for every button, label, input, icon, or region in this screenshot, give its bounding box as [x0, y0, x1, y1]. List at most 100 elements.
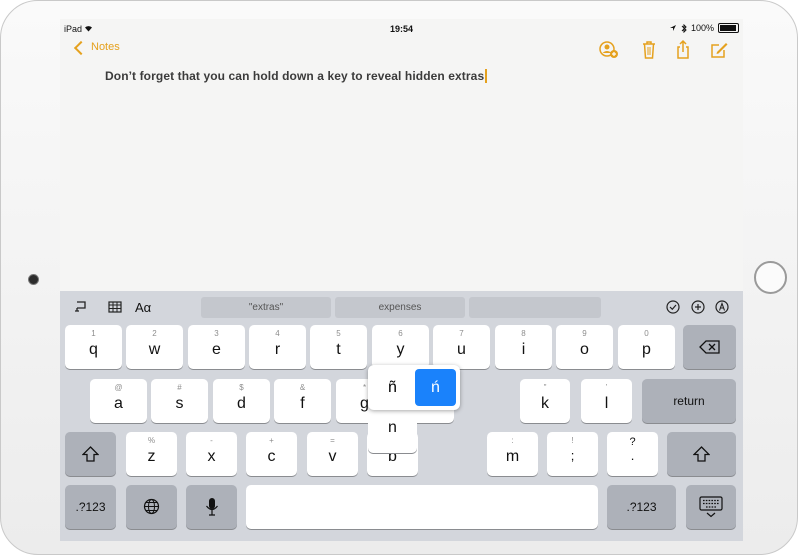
accent-option-n-tilde[interactable]: ñ: [372, 369, 413, 406]
delete-key[interactable]: [683, 325, 736, 369]
status-bar: iPad 19:54 100%: [60, 19, 743, 39]
microphone-icon: [206, 498, 218, 516]
globe-icon: [143, 498, 160, 515]
format-button[interactable]: Aα: [135, 300, 151, 315]
key-alt-label: 5: [336, 329, 341, 338]
key-u[interactable]: 7u: [433, 325, 490, 369]
key-e[interactable]: 3e: [188, 325, 245, 369]
checklist-icon[interactable]: [666, 300, 680, 314]
share-icon[interactable]: [672, 39, 694, 61]
key-alt-label: #: [177, 383, 182, 392]
numbers-key-left[interactable]: .?123: [65, 485, 116, 529]
key-t[interactable]: 5t: [310, 325, 367, 369]
add-icon[interactable]: [691, 300, 705, 314]
accent-option-n-acute[interactable]: ń: [415, 369, 456, 406]
key-n-pressed[interactable]: n: [368, 407, 417, 453]
note-body[interactable]: Don’t forget that you can hold down a ke…: [105, 69, 488, 83]
ipad-frame: iPad 19:54 100% Notes Don’t forget that …: [0, 0, 798, 555]
shift-icon: [82, 446, 99, 462]
key-m[interactable]: :m: [487, 432, 538, 476]
key-alt-label: 8: [521, 329, 526, 338]
shift-key-left[interactable]: [65, 432, 116, 476]
key-alt-label: =: [330, 436, 335, 445]
status-time: 19:54: [389, 24, 414, 34]
space-bar[interactable]: [246, 485, 598, 529]
key-label: v: [328, 448, 337, 465]
key-label: a: [114, 395, 123, 412]
chevron-left-icon: [73, 40, 89, 55]
key-label: x: [207, 448, 216, 465]
key-i[interactable]: 8i: [495, 325, 552, 369]
key-w[interactable]: 2w: [126, 325, 183, 369]
key-label: o: [580, 341, 589, 358]
key-s[interactable]: # s: [151, 379, 208, 423]
key-label: t: [336, 341, 341, 358]
suggestion-2[interactable]: expenses: [335, 297, 465, 318]
key-alt-label: %: [147, 436, 156, 445]
return-label: return: [673, 394, 705, 408]
key-a[interactable]: @ a: [90, 379, 147, 423]
back-label: Notes: [91, 41, 120, 53]
suggestion-3[interactable]: [469, 297, 601, 318]
accent-popup: ñ ń: [368, 365, 460, 410]
table-icon[interactable]: [107, 299, 123, 315]
note-text: Don’t forget that you can hold down a ke…: [105, 69, 485, 83]
key-label: y: [396, 341, 405, 358]
globe-key[interactable]: [126, 485, 177, 529]
key-label: .: [630, 448, 635, 463]
key-label: s: [175, 395, 184, 412]
bluetooth-icon: [681, 23, 687, 33]
key-o[interactable]: 9o: [556, 325, 613, 369]
shift-key-right[interactable]: [667, 432, 736, 476]
key-p[interactable]: 0p: [618, 325, 675, 369]
markup-icon[interactable]: [715, 300, 729, 314]
trash-icon[interactable]: [638, 39, 660, 61]
key-r[interactable]: 4r: [249, 325, 306, 369]
key-y[interactable]: 6y: [372, 325, 429, 369]
key-alt-label: ": [543, 383, 547, 392]
key-k[interactable]: " k: [520, 379, 570, 423]
key-alt-label: 3: [214, 329, 219, 338]
key-alt-label: @: [114, 383, 123, 392]
battery-icon: [718, 23, 739, 33]
key-v[interactable]: = v: [307, 432, 358, 476]
key-label: w: [148, 341, 161, 358]
key-z[interactable]: % z: [126, 432, 177, 476]
suggestion-1[interactable]: "extras": [201, 297, 331, 318]
dismiss-keyboard-key[interactable]: [686, 485, 736, 529]
home-button[interactable]: [754, 261, 787, 294]
return-key[interactable]: return: [642, 379, 736, 423]
add-people-icon[interactable]: [598, 39, 620, 61]
key-c[interactable]: + c: [246, 432, 297, 476]
key-l[interactable]: ’ l: [581, 379, 632, 423]
delete-icon: [699, 340, 720, 354]
key-alt-label: 9: [582, 329, 587, 338]
key-question[interactable]: ?.: [607, 432, 658, 476]
key-label: c: [267, 448, 276, 465]
key-alt-label: 6: [398, 329, 403, 338]
undo-icon[interactable]: [73, 299, 89, 315]
shift-icon: [693, 446, 710, 462]
text-cursor: [485, 69, 488, 83]
key-label: ;: [570, 448, 575, 463]
back-button[interactable]: Notes: [73, 40, 120, 55]
key-label: m: [505, 448, 520, 465]
numbers-label: .?123: [626, 500, 657, 514]
key-q[interactable]: 1q: [65, 325, 122, 369]
key-label: p: [642, 341, 651, 358]
key-x[interactable]: -x: [186, 432, 237, 476]
compose-icon[interactable]: [708, 39, 730, 61]
numbers-label: .?123: [75, 500, 106, 514]
numbers-key-right[interactable]: .?123: [607, 485, 676, 529]
key-f[interactable]: & f: [274, 379, 331, 423]
key-alt-label: &: [299, 383, 306, 392]
key-exclaim[interactable]: !;: [547, 432, 598, 476]
key-alt-label: 0: [644, 329, 649, 338]
location-icon: [669, 25, 676, 31]
battery-percent: 100%: [690, 23, 714, 33]
key-d[interactable]: $ d: [213, 379, 270, 423]
key-label: q: [89, 341, 98, 358]
keyboard-dismiss-icon: [699, 496, 723, 518]
key-alt-label: -: [210, 436, 213, 445]
dictation-key[interactable]: [186, 485, 237, 529]
